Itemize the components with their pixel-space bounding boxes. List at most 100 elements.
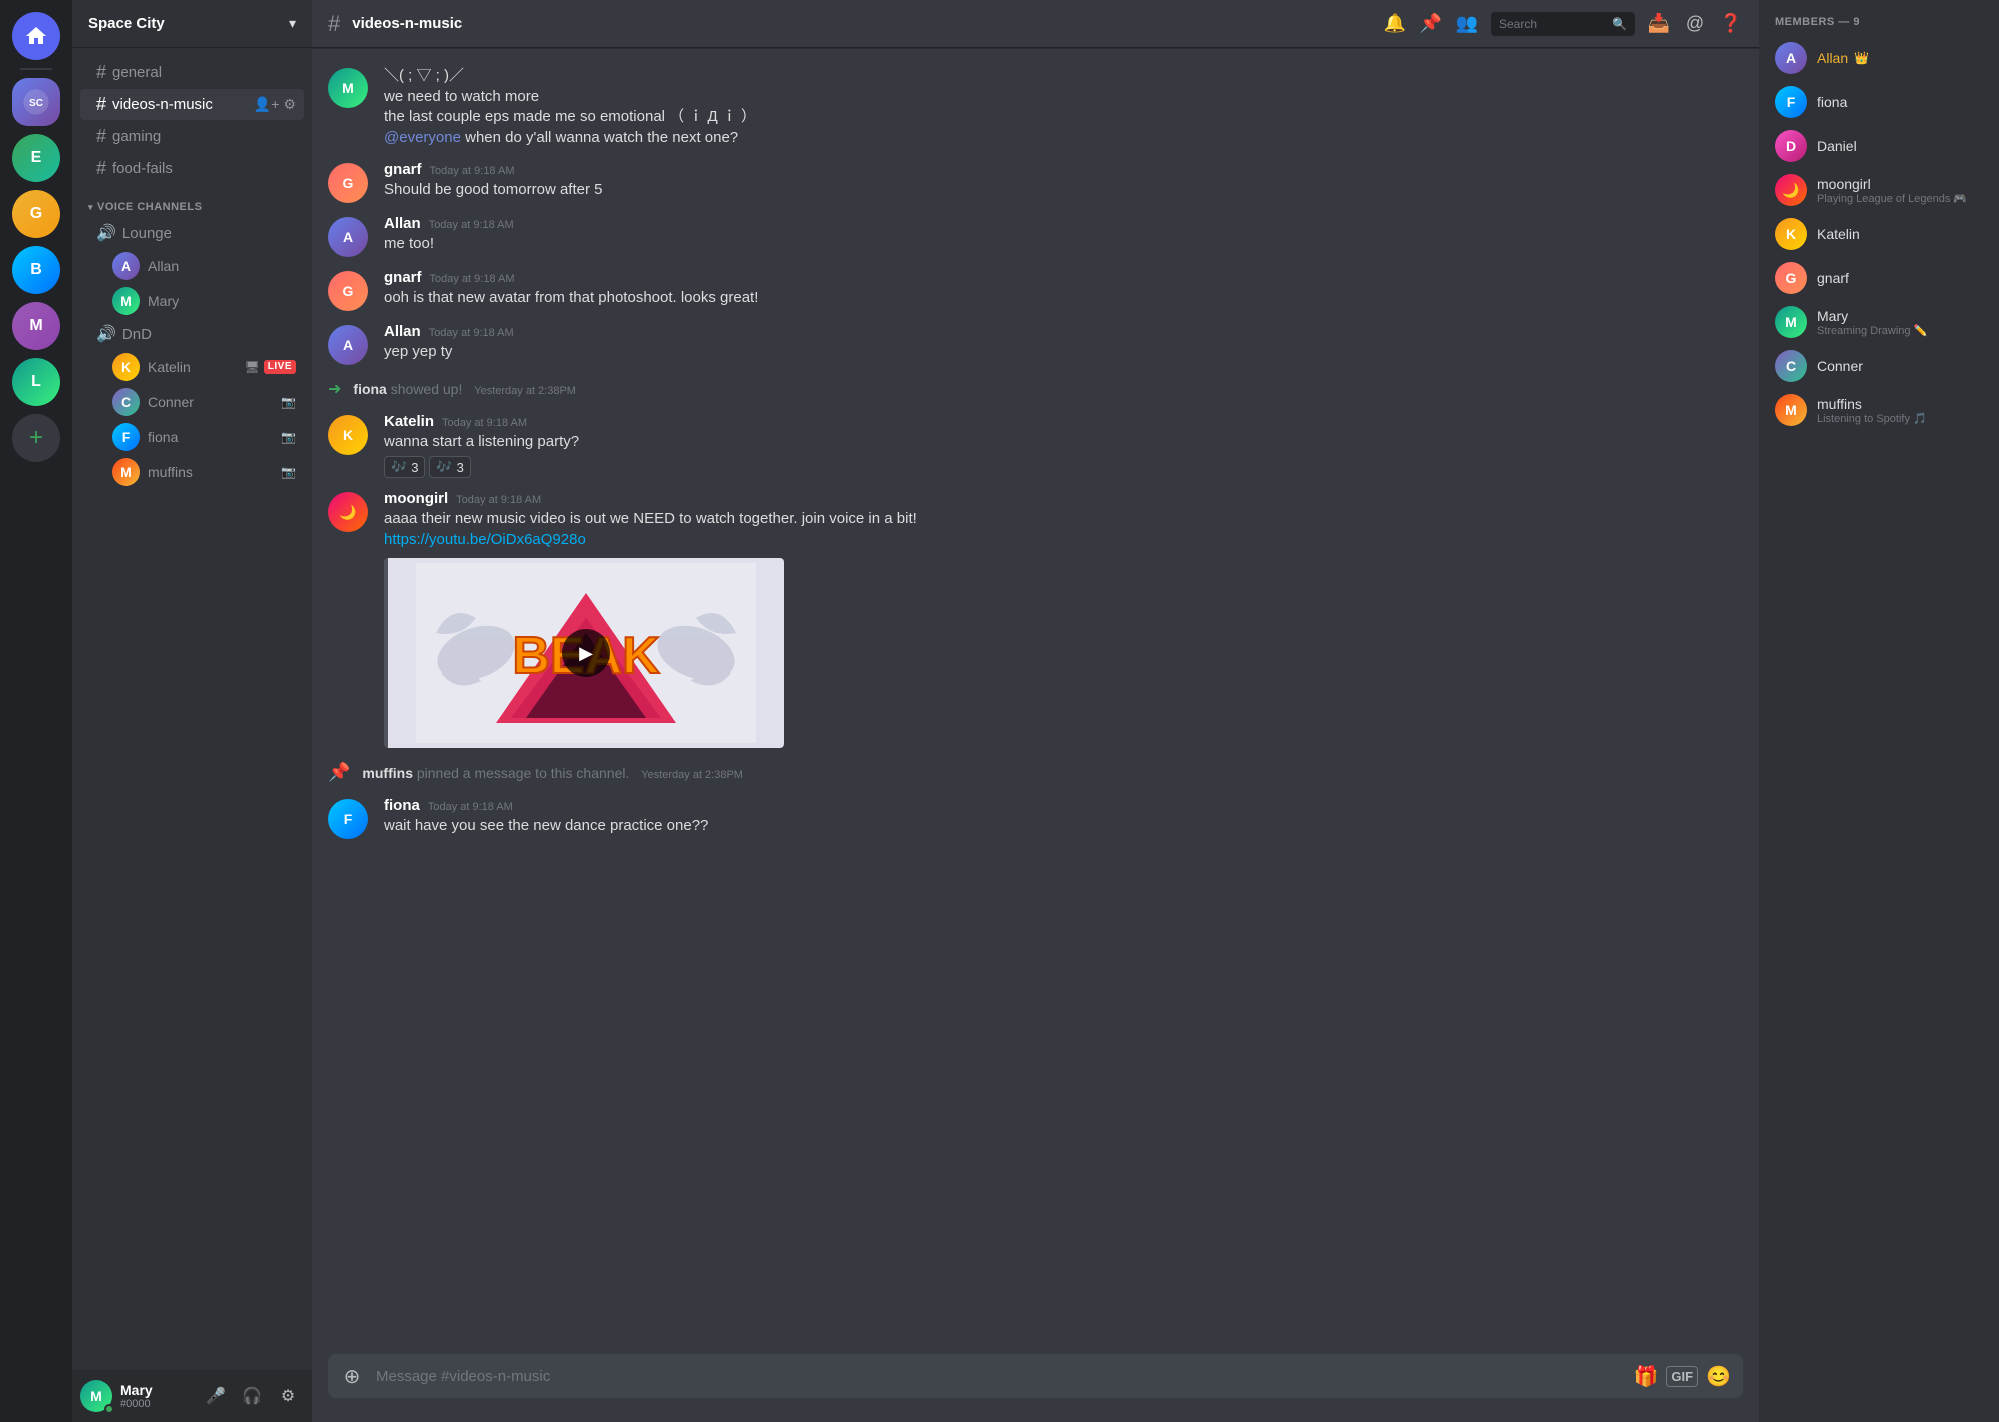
inbox-icon[interactable]: 📥: [1647, 12, 1671, 36]
bell-icon[interactable]: 🔔: [1383, 12, 1407, 36]
add-members-icon[interactable]: 👤+: [254, 96, 280, 113]
member-item-katelin[interactable]: K Katelin: [1767, 212, 1991, 256]
server-name: Space City: [88, 15, 289, 32]
message-header-moongirl: moongirl Today at 9:18 AM: [384, 490, 1743, 507]
voice-member-mary[interactable]: M Mary: [80, 284, 304, 318]
settings-icon[interactable]: ⚙: [283, 96, 296, 113]
user-settings-button[interactable]: ⚙: [272, 1380, 304, 1412]
message-text-fiona: wait have you see the new dance practice…: [384, 816, 1743, 837]
svg-text:SC: SC: [29, 98, 43, 109]
user-tag: #0000: [120, 1398, 192, 1410]
user-name: Mary: [120, 1382, 192, 1398]
message-input-field[interactable]: [376, 1368, 1622, 1385]
member-item-fiona[interactable]: F fiona: [1767, 80, 1991, 124]
member-avatar-mary-sidebar: M: [1775, 306, 1807, 338]
gif-button[interactable]: GIF: [1666, 1366, 1698, 1387]
member-item-conner[interactable]: C Conner: [1767, 344, 1991, 388]
voice-member-katelin[interactable]: K Katelin 🖥 LIVE: [80, 350, 304, 384]
message-avatar-fiona: F: [328, 799, 368, 839]
reactions-katelin: 🎶 3 🎶 3: [384, 456, 1743, 478]
message-timestamp-moongirl: Today at 9:18 AM: [456, 494, 541, 506]
message-text-moongirl: aaaa their new music video is out we NEE…: [384, 509, 1743, 550]
video-embed[interactable]: BEAK ▶: [384, 558, 784, 748]
channel-header-name: videos-n-music: [352, 15, 462, 32]
voice-member-fiona-avatar: F: [112, 423, 140, 451]
voice-category-header[interactable]: ▾ VOICE CHANNELS: [72, 185, 312, 217]
voice-member-fiona[interactable]: F fiona 📷: [80, 420, 304, 454]
channel-header-hash-icon: #: [328, 11, 340, 37]
message-author-gnarf1[interactable]: gnarf: [384, 161, 422, 178]
voice-channel-lounge[interactable]: 🔊 Lounge: [80, 218, 304, 248]
member-item-allan[interactable]: A Allan 👑: [1767, 36, 1991, 80]
server-icon-3[interactable]: G: [12, 190, 60, 238]
message-author-allan2[interactable]: Allan: [384, 323, 421, 340]
member-item-mary[interactable]: M Mary Streaming Drawing ✏️: [1767, 300, 1991, 344]
server-sidebar: SC E G B M L +: [0, 0, 72, 1422]
voice-member-katelin-icons: 🖥 LIVE: [245, 360, 296, 374]
voice-member-mary-avatar: M: [112, 287, 140, 315]
deafen-button[interactable]: 🎧: [236, 1380, 268, 1412]
message-header-gnarf2: gnarf Today at 9:18 AM: [384, 269, 1743, 286]
server-icon-4[interactable]: B: [12, 246, 60, 294]
member-item-muffins[interactable]: M muffins Listening to Spotify 🎵: [1767, 388, 1991, 432]
mute-button[interactable]: 🎤: [200, 1380, 232, 1412]
category-triangle-icon: ▾: [88, 202, 93, 213]
channel-gaming[interactable]: # gaming: [80, 121, 304, 152]
fiona-join-name[interactable]: fiona: [353, 381, 386, 397]
pin-icon[interactable]: 📌: [1419, 12, 1443, 36]
channel-food-fails[interactable]: # food-fails: [80, 153, 304, 184]
server-header[interactable]: Space City ▾: [72, 0, 312, 48]
member-avatar-moongirl-sidebar: 🌙: [1775, 174, 1807, 206]
message-header-allan2: Allan Today at 9:18 AM: [384, 323, 1743, 340]
member-item-daniel[interactable]: D Daniel: [1767, 124, 1991, 168]
member-avatar-conner-sidebar: C: [1775, 350, 1807, 382]
message-author-gnarf2[interactable]: gnarf: [384, 269, 422, 286]
hash-icon-food: #: [96, 158, 106, 179]
voice-member-muffins[interactable]: M muffins 📷: [80, 455, 304, 489]
help-icon[interactable]: ❓: [1719, 12, 1743, 36]
member-item-moongirl[interactable]: 🌙 moongirl Playing League of Legends 🎮: [1767, 168, 1991, 212]
server-icon-1[interactable]: SC: [12, 78, 60, 126]
pin-author[interactable]: muffins: [362, 765, 413, 781]
message-content-fiona: fiona Today at 9:18 AM wait have you see…: [384, 797, 1743, 839]
fiona-join-action: showed up!: [391, 381, 463, 397]
member-item-gnarf[interactable]: G gnarf: [1767, 256, 1991, 300]
emoji-icon[interactable]: 😊: [1706, 1364, 1731, 1389]
gift-icon[interactable]: 🎁: [1634, 1364, 1659, 1389]
member-avatar-katelin-sidebar: K: [1775, 218, 1807, 250]
user-info: Mary #0000: [120, 1382, 192, 1410]
message-author-fiona[interactable]: fiona: [384, 797, 420, 814]
channel-videos-n-music[interactable]: # videos-n-music 👤+ ⚙: [80, 89, 304, 120]
moongirl-link[interactable]: https://youtu.be/OiDx6aQ928o: [384, 531, 586, 548]
messages-area[interactable]: M ＼( ; ▽ ; )／ we need to watch more the …: [312, 48, 1759, 1354]
message-header-gnarf1: gnarf Today at 9:18 AM: [384, 161, 1743, 178]
channel-general[interactable]: # general: [80, 57, 304, 88]
home-server-icon[interactable]: [12, 12, 60, 60]
message-group-allan2: A Allan Today at 9:18 AM yep yep ty: [312, 321, 1759, 367]
member-name-muffins: muffins: [1817, 396, 1927, 412]
add-file-button[interactable]: ⊕: [340, 1364, 364, 1388]
message-avatar-moongirl: 🌙: [328, 492, 368, 532]
member-status-mary: Streaming Drawing ✏️: [1817, 324, 1927, 337]
message-text-mary: ＼( ; ▽ ; )／ we need to watch more the la…: [384, 66, 1743, 149]
message-author-allan1[interactable]: Allan: [384, 215, 421, 232]
reaction-count-2: 3: [457, 460, 464, 475]
message-author-moongirl[interactable]: moongirl: [384, 490, 448, 507]
server-icon-2[interactable]: E: [12, 134, 60, 182]
voice-member-conner[interactable]: C Conner 📷: [80, 385, 304, 419]
reaction-2[interactable]: 🎶 3: [429, 456, 470, 478]
voice-channel-dnd[interactable]: 🔊 DnD: [80, 319, 304, 349]
server-icon-6[interactable]: L: [12, 358, 60, 406]
members-icon[interactable]: 👥: [1455, 12, 1479, 36]
member-info-katelin: Katelin: [1817, 226, 1860, 242]
search-bar[interactable]: Search 🔍: [1491, 12, 1635, 36]
server-icon-5[interactable]: M: [12, 302, 60, 350]
voice-member-muffins-name: muffins: [148, 464, 273, 480]
voice-member-allan[interactable]: A Allan: [80, 249, 304, 283]
embed-image[interactable]: BEAK ▶: [388, 558, 784, 748]
reaction-1[interactable]: 🎶 3: [384, 456, 425, 478]
message-author-katelin[interactable]: Katelin: [384, 413, 434, 430]
mention-icon[interactable]: @: [1683, 12, 1707, 36]
message-content-mary: ＼( ; ▽ ; )／ we need to watch more the la…: [384, 66, 1743, 149]
add-server-button[interactable]: +: [12, 414, 60, 462]
